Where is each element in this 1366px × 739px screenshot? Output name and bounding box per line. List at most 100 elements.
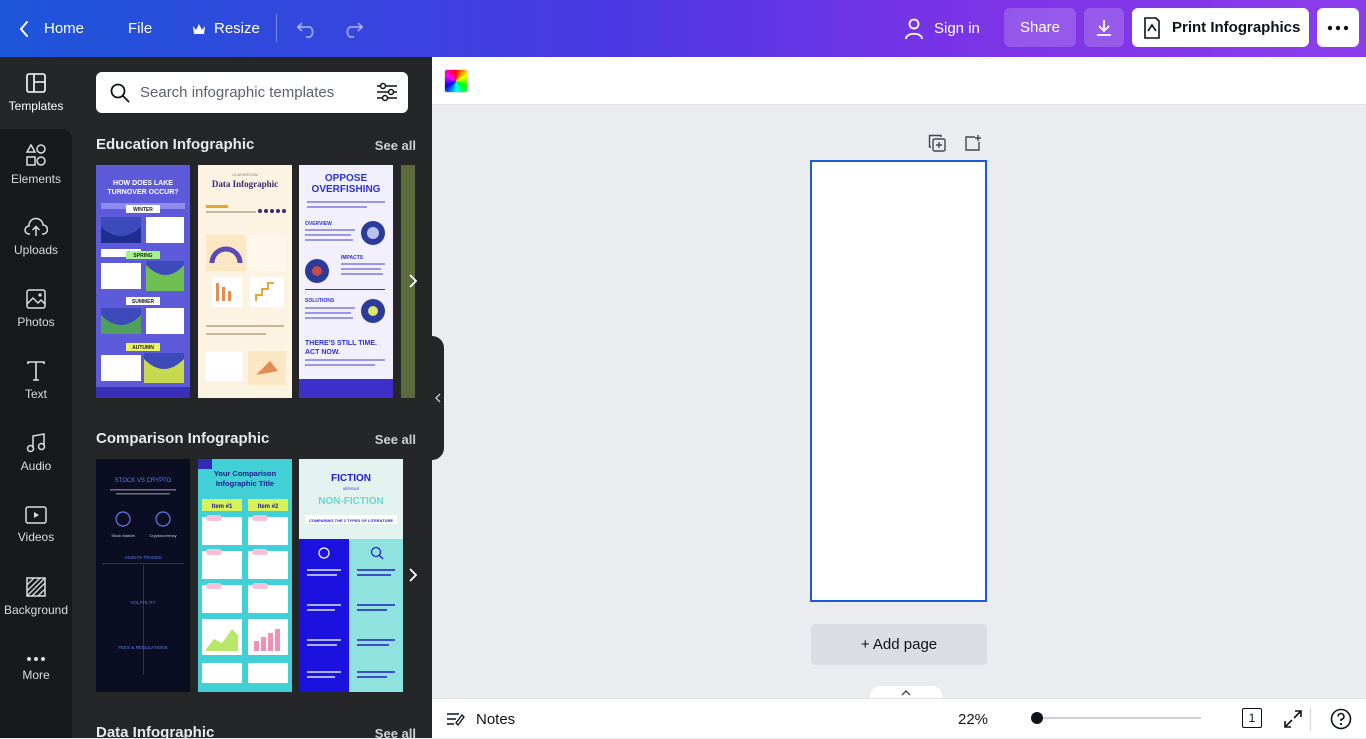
thumb-title-line: Your Comparison bbox=[214, 469, 277, 478]
duplicate-icon bbox=[928, 134, 946, 152]
design-page[interactable] bbox=[810, 160, 987, 602]
add-page-button[interactable]: + Add page bbox=[811, 624, 987, 665]
fullscreen-button[interactable] bbox=[1283, 709, 1303, 734]
rail-item-background[interactable]: Background bbox=[0, 561, 72, 633]
print-product-icon bbox=[1144, 16, 1160, 39]
thumb-title-line: Data Infographic bbox=[212, 179, 278, 189]
rail-item-text[interactable]: Text bbox=[0, 345, 72, 417]
thumb-title-line: OPPOSE bbox=[325, 173, 368, 184]
thumb-title-line: VERSUS bbox=[343, 486, 360, 491]
template-thumb-overfishing[interactable]: OPPOSE OVERFISHING OVERVIEW IMPACTS SOLU… bbox=[299, 165, 393, 398]
rail-label: Photos bbox=[17, 315, 55, 329]
notes-icon bbox=[446, 711, 466, 727]
add-page-icon-button[interactable] bbox=[962, 132, 984, 154]
template-thumb-lake-turnover[interactable]: HOW DOES LAKE TURNOVER OCCUR? WINTER SPR… bbox=[96, 165, 190, 398]
help-icon bbox=[1330, 708, 1352, 730]
chevron-up-icon bbox=[901, 690, 911, 696]
classroom-data-artwork: CLASSROOM Data Infographic bbox=[198, 165, 292, 398]
thumb-title-line: TURNOVER OCCUR? bbox=[107, 189, 178, 196]
thumb-title-line: FICTION bbox=[331, 473, 371, 484]
thumb-title-line: NON-FICTION bbox=[318, 496, 384, 507]
section-title-education: Education Infographic bbox=[96, 136, 255, 153]
help-button[interactable] bbox=[1330, 708, 1352, 735]
home-label: Home bbox=[44, 20, 85, 37]
rail-item-uploads[interactable]: Uploads bbox=[0, 201, 72, 273]
template-thumb-classroom-data[interactable]: CLASSROOM Data Infographic bbox=[198, 165, 292, 398]
share-button[interactable]: Share bbox=[1004, 8, 1076, 47]
page-count: 1 bbox=[1248, 711, 1256, 725]
template-thumb-your-comparison[interactable]: Your Comparison Infographic Title Item #… bbox=[198, 459, 292, 692]
background-icon bbox=[26, 577, 46, 597]
scroll-right-education[interactable] bbox=[404, 267, 422, 295]
rail-label: Templates bbox=[8, 99, 64, 113]
duplicate-page-button[interactable] bbox=[926, 132, 948, 154]
thumb-heading: SOLUTIONS bbox=[305, 298, 335, 304]
chevron-right-icon bbox=[408, 567, 418, 583]
thumb-label: Stock Market bbox=[111, 533, 135, 538]
rail-item-audio[interactable]: Audio bbox=[0, 417, 72, 489]
stock-vs-crypto-artwork: STOCK VS CRYPTO Stock Market Cryptocurre… bbox=[96, 459, 190, 692]
uploads-icon bbox=[24, 217, 48, 237]
rail-item-elements[interactable]: Elements bbox=[0, 129, 72, 201]
color-picker-swatch[interactable] bbox=[444, 69, 468, 93]
rail-label: Text bbox=[24, 387, 47, 401]
rail-item-templates[interactable]: Templates bbox=[0, 57, 72, 129]
bottom-divider bbox=[1310, 707, 1311, 731]
print-infographics-button[interactable]: Print Infographics bbox=[1132, 8, 1309, 47]
more-options-button[interactable] bbox=[1317, 8, 1359, 47]
thumb-title-line: OVERFISHING bbox=[312, 184, 381, 195]
rail-item-photos[interactable]: Photos bbox=[0, 273, 72, 345]
home-button[interactable]: Home bbox=[18, 0, 84, 57]
zoom-value[interactable]: 22% bbox=[958, 699, 988, 739]
collapse-panel-handle[interactable] bbox=[432, 336, 444, 460]
thumb-subtitle: CLASSROOM bbox=[232, 172, 258, 177]
sign-in-button[interactable]: Sign in bbox=[904, 0, 980, 57]
page-count-button[interactable]: 1 bbox=[1242, 708, 1262, 728]
rail-item-more[interactable]: More bbox=[0, 633, 72, 705]
section-title-comparison: Comparison Infographic bbox=[96, 430, 270, 447]
videos-icon bbox=[25, 506, 47, 524]
stage-label: SUMMER bbox=[132, 299, 155, 305]
text-icon bbox=[27, 361, 45, 381]
download-button[interactable] bbox=[1084, 8, 1124, 47]
undo-button[interactable] bbox=[296, 0, 318, 57]
resize-button[interactable]: Resize bbox=[192, 0, 260, 57]
audio-icon bbox=[26, 433, 46, 453]
toolbar-divider bbox=[276, 14, 277, 42]
search-box bbox=[96, 72, 408, 113]
your-comparison-artwork: Your Comparison Infographic Title Item #… bbox=[198, 459, 292, 692]
expand-icon bbox=[1283, 709, 1303, 729]
rail-label: Background bbox=[3, 603, 69, 617]
thumb-footer-line: THERE'S STILL TIME. bbox=[305, 340, 377, 347]
template-thumb-fiction-vs-nonfiction[interactable]: FICTION VERSUS NON-FICTION COMPARING THE… bbox=[299, 459, 403, 692]
add-page-icon bbox=[964, 134, 982, 152]
filter-icon[interactable] bbox=[376, 82, 398, 102]
thumb-footer-line: ACT NOW. bbox=[305, 349, 340, 356]
thumb-label: Cryptocurrency bbox=[149, 533, 176, 538]
thumb-item-label: Item #1 bbox=[212, 504, 233, 510]
redo-button[interactable] bbox=[342, 0, 364, 57]
file-menu-button[interactable]: File bbox=[128, 0, 152, 57]
template-thumb-stock-vs-crypto[interactable]: STOCK VS CRYPTO Stock Market Cryptocurre… bbox=[96, 459, 190, 692]
lake-turnover-artwork: HOW DOES LAKE TURNOVER OCCUR? WINTER SPR… bbox=[96, 165, 190, 398]
stage-label: AUTUMN bbox=[132, 345, 154, 351]
see-all-data[interactable]: See all bbox=[375, 726, 416, 738]
templates-icon bbox=[26, 73, 46, 93]
templates-panel: Education Infographic See all HOW DOES L… bbox=[72, 57, 432, 738]
search-input[interactable] bbox=[140, 84, 360, 101]
thumb-label: VOLATILITY bbox=[130, 600, 155, 605]
thumb-label: ASSETS TRADED bbox=[124, 555, 162, 560]
see-all-education[interactable]: See all bbox=[375, 138, 416, 153]
zoom-slider-track[interactable] bbox=[1037, 717, 1201, 719]
rail-item-videos[interactable]: Videos bbox=[0, 489, 72, 561]
notes-button[interactable]: Notes bbox=[446, 699, 515, 739]
zoom-slider-thumb[interactable] bbox=[1031, 712, 1043, 724]
stage-label: SPRING bbox=[133, 253, 152, 259]
chevron-right-icon bbox=[408, 273, 418, 289]
notes-label: Notes bbox=[476, 710, 516, 728]
scroll-right-comparison[interactable] bbox=[404, 561, 422, 589]
bottom-bar: Notes 22% 1 bbox=[432, 698, 1366, 738]
rail-label: Elements bbox=[10, 172, 62, 186]
thumb-heading: IMPACTS bbox=[341, 255, 364, 261]
see-all-comparison[interactable]: See all bbox=[375, 432, 416, 447]
